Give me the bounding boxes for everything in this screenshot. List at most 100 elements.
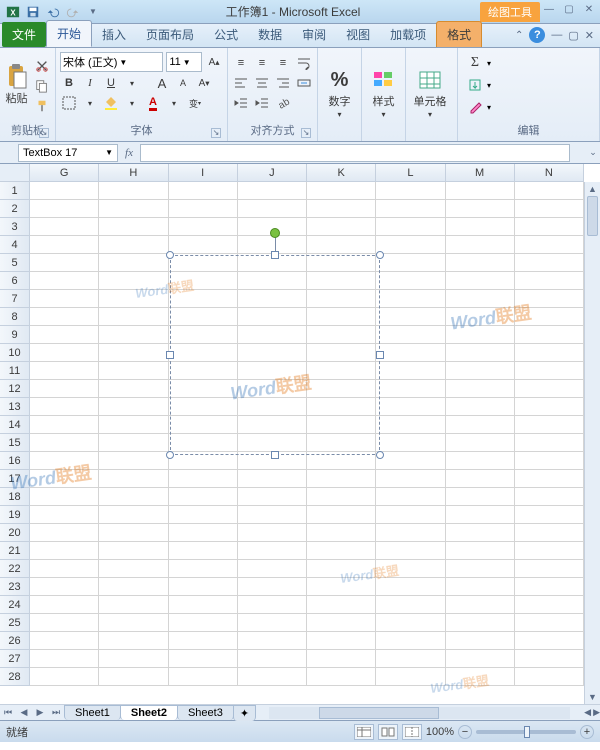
cell[interactable] [30, 218, 99, 236]
cell[interactable] [515, 254, 584, 272]
cell[interactable] [30, 344, 99, 362]
textbox-shape[interactable] [170, 255, 380, 455]
row-header[interactable]: 17 [0, 470, 30, 488]
cell[interactable] [515, 326, 584, 344]
row-header[interactable]: 18 [0, 488, 30, 506]
cell[interactable] [515, 470, 584, 488]
cell[interactable] [515, 668, 584, 686]
tab-view[interactable]: 视图 [336, 22, 380, 47]
cell[interactable] [30, 668, 99, 686]
cell[interactable] [99, 380, 168, 398]
cell[interactable] [99, 182, 168, 200]
sheet-tab-3[interactable]: Sheet3 [177, 705, 234, 720]
cell[interactable] [446, 290, 515, 308]
row-header[interactable]: 26 [0, 632, 30, 650]
tab-formulas[interactable]: 公式 [204, 22, 248, 47]
cell[interactable] [99, 398, 168, 416]
cell[interactable] [30, 182, 99, 200]
redo-icon[interactable] [64, 3, 82, 21]
copy-button[interactable] [33, 77, 51, 95]
tab-data[interactable]: 数据 [248, 22, 292, 47]
border-more[interactable]: ▾ [81, 94, 99, 112]
cell[interactable] [238, 650, 307, 668]
fill-button[interactable] [466, 76, 484, 94]
number-format-button[interactable]: %数字▾ [322, 50, 357, 137]
sheet-last-icon[interactable]: ⏭ [48, 707, 64, 718]
cell[interactable] [515, 236, 584, 254]
expand-formula-bar[interactable]: ⌄ [586, 147, 600, 158]
doc-restore-icon[interactable]: ▢ [568, 29, 578, 42]
cell[interactable] [446, 200, 515, 218]
phonetic-button[interactable]: 变▾ [186, 94, 204, 112]
hscroll-thumb[interactable] [319, 707, 439, 719]
cell[interactable] [515, 182, 584, 200]
cell[interactable] [376, 362, 445, 380]
cell[interactable] [169, 488, 238, 506]
cell[interactable] [515, 632, 584, 650]
cell[interactable] [515, 272, 584, 290]
tab-addins[interactable]: 加载项 [380, 22, 436, 47]
cell[interactable] [169, 668, 238, 686]
cell[interactable] [376, 542, 445, 560]
cell[interactable] [99, 488, 168, 506]
cell[interactable] [307, 578, 376, 596]
cell[interactable] [307, 488, 376, 506]
cell[interactable] [238, 560, 307, 578]
cell[interactable] [99, 524, 168, 542]
cell[interactable] [169, 632, 238, 650]
cell[interactable] [169, 182, 238, 200]
cell[interactable] [515, 596, 584, 614]
cell[interactable] [446, 596, 515, 614]
cell[interactable] [446, 182, 515, 200]
save-icon[interactable] [24, 3, 42, 21]
row-header[interactable]: 11 [0, 362, 30, 380]
row-header[interactable]: 16 [0, 452, 30, 470]
cell[interactable] [307, 668, 376, 686]
resize-handle-nw[interactable] [166, 251, 174, 259]
align-right-button[interactable] [274, 74, 292, 92]
cell[interactable] [515, 578, 584, 596]
font-size-combo[interactable]: 11▼ [166, 52, 202, 72]
fx-button[interactable]: fx [118, 144, 140, 162]
cell[interactable] [30, 362, 99, 380]
cell[interactable] [515, 344, 584, 362]
cell[interactable] [169, 200, 238, 218]
resize-handle-se[interactable] [376, 451, 384, 459]
align-bottom-button[interactable]: ≡ [274, 54, 292, 72]
row-header[interactable]: 20 [0, 524, 30, 542]
cell[interactable] [30, 506, 99, 524]
align-middle-button[interactable]: ≡ [253, 54, 271, 72]
cell[interactable] [169, 506, 238, 524]
column-header[interactable]: G [30, 164, 99, 182]
cell[interactable] [376, 326, 445, 344]
select-all-button[interactable] [0, 164, 30, 182]
cut-button[interactable] [33, 57, 51, 75]
undo-icon[interactable] [44, 3, 62, 21]
cell[interactable] [169, 578, 238, 596]
row-header[interactable]: 8 [0, 308, 30, 326]
cell[interactable] [99, 344, 168, 362]
cell[interactable] [238, 542, 307, 560]
orientation-button[interactable]: ab [274, 94, 292, 112]
cell[interactable] [238, 632, 307, 650]
tab-insert[interactable]: 插入 [92, 22, 136, 47]
resize-handle-n[interactable] [271, 251, 279, 259]
cell[interactable] [307, 596, 376, 614]
cell[interactable] [446, 434, 515, 452]
cell[interactable] [307, 218, 376, 236]
font-launcher[interactable]: ↘ [211, 128, 221, 138]
cell[interactable] [307, 614, 376, 632]
cell[interactable] [99, 200, 168, 218]
row-header[interactable]: 3 [0, 218, 30, 236]
italic-button[interactable]: I [81, 74, 99, 92]
cell[interactable] [376, 632, 445, 650]
row-header[interactable]: 6 [0, 272, 30, 290]
help-icon[interactable]: ? [529, 27, 545, 43]
cell[interactable] [515, 506, 584, 524]
scroll-up-icon[interactable]: ▲ [585, 182, 600, 196]
resize-handle-e[interactable] [376, 351, 384, 359]
cell[interactable] [515, 416, 584, 434]
cell[interactable] [307, 236, 376, 254]
zoom-slider[interactable] [476, 730, 576, 734]
cell[interactable] [515, 290, 584, 308]
